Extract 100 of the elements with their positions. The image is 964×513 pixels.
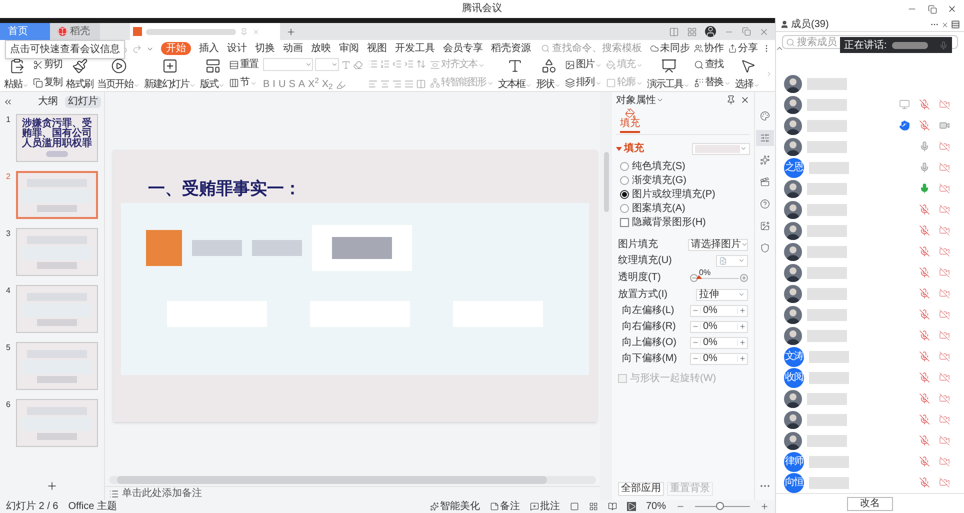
collapse-icon[interactable] xyxy=(3,97,13,107)
toolbar-button[interactable]: 当页开始 xyxy=(96,58,141,90)
add-slide-icon[interactable] xyxy=(46,480,58,492)
redo-icon[interactable] xyxy=(132,44,142,54)
outdent-icon[interactable] xyxy=(392,59,402,69)
align-right-icon[interactable] xyxy=(392,79,402,89)
slide-thumbnail[interactable]: 涉嫌贪污罪、受贿罪、国有公司人员滥用职权罪 xyxy=(16,114,98,162)
format-button[interactable]: A xyxy=(298,80,306,90)
scroll-right-icon[interactable] xyxy=(765,70,773,78)
close-icon[interactable] xyxy=(941,20,949,28)
beautify-button[interactable]: 智能美化 xyxy=(430,500,480,512)
split-view-icon[interactable] xyxy=(669,26,679,36)
format-button[interactable]: X$_{2}$ xyxy=(322,80,333,90)
align-left-icon[interactable] xyxy=(368,79,378,89)
ribbon-tab[interactable]: 放映 xyxy=(311,42,331,55)
format-button[interactable]: X$^{2}$ xyxy=(308,80,319,90)
reading-view-icon[interactable] xyxy=(608,502,617,511)
highlighter-icon[interactable] xyxy=(336,80,346,90)
slide-thumbnail[interactable] xyxy=(16,285,98,333)
columns-icon[interactable] xyxy=(416,79,426,89)
side-tool[interactable] xyxy=(756,130,774,146)
numbered-list-icon[interactable] xyxy=(380,59,390,69)
radio-button[interactable] xyxy=(620,204,629,212)
notes-placeholder[interactable]: 单击此处添加备注 xyxy=(122,486,202,501)
decrease-icon[interactable] xyxy=(690,274,698,282)
toolbar-button[interactable]: 节 xyxy=(229,76,258,90)
notes-button[interactable]: 备注 xyxy=(490,500,520,512)
indent-icon[interactable] xyxy=(404,59,414,69)
member-row[interactable]: 律师 xyxy=(776,451,964,472)
radio-button[interactable] xyxy=(620,176,629,184)
ribbon-action[interactable]: 未同步 xyxy=(650,41,690,56)
toolbar-button[interactable]: 选择 xyxy=(734,58,761,90)
comments-button[interactable]: 批注 xyxy=(530,500,560,512)
toolbar-button[interactable]: 格式刷 xyxy=(65,58,94,90)
placement-dropdown[interactable]: 拉伸 xyxy=(696,288,748,300)
increase-icon[interactable] xyxy=(740,274,748,282)
picture-dropdown[interactable]: 请选择图片 xyxy=(688,238,748,250)
ribbon-tab[interactable]: 开发工具 xyxy=(395,42,435,55)
texture-dropdown[interactable] xyxy=(716,254,748,266)
offset-spinner[interactable]: 0% xyxy=(690,352,748,364)
toolbar-button[interactable]: 查找 xyxy=(694,58,731,72)
horizontal-scrollbar[interactable] xyxy=(109,476,596,484)
font-name-field[interactable] xyxy=(263,58,313,71)
offset-spinner[interactable]: 0% xyxy=(690,320,748,332)
font-size-field[interactable] xyxy=(315,58,339,71)
grid-view-icon[interactable] xyxy=(588,502,598,511)
section-header[interactable]: 填充 xyxy=(616,141,644,156)
member-row[interactable]: 文涛 xyxy=(776,346,964,367)
panel-tab[interactable]: 幻灯片 xyxy=(65,96,101,108)
normal-view-icon[interactable] xyxy=(570,502,579,511)
format-button[interactable]: S xyxy=(288,80,296,90)
checkbox[interactable] xyxy=(620,218,629,226)
play-icon[interactable] xyxy=(626,502,636,511)
line-spacing-icon[interactable] xyxy=(416,59,426,69)
slide-thumbnail[interactable] xyxy=(16,399,98,447)
justify-icon[interactable] xyxy=(404,79,414,89)
restore-icon[interactable] xyxy=(742,27,751,36)
collapse-icon[interactable] xyxy=(775,44,784,53)
toolbar-button[interactable]: 版式 xyxy=(199,58,226,90)
format-button[interactable]: B xyxy=(263,80,270,90)
app-tab[interactable]: 稻壳 xyxy=(50,23,100,40)
rename-button[interactable]: 改名 xyxy=(847,496,893,510)
slide-thumbnail[interactable] xyxy=(16,228,98,276)
toolbar-button[interactable]: 剪切 xyxy=(33,58,62,72)
zoom-level[interactable]: 70% xyxy=(646,500,666,512)
ribbon-tab[interactable]: 插入 xyxy=(199,42,219,55)
panel-tab[interactable]: 大纲 xyxy=(35,96,61,108)
ribbon-tab[interactable]: 审阅 xyxy=(339,42,359,55)
ribbon-tab[interactable]: 切换 xyxy=(255,42,275,55)
slide-thumbnail[interactable] xyxy=(16,342,98,390)
slide-thumbnail[interactable] xyxy=(16,171,98,219)
pin-icon[interactable] xyxy=(726,95,736,105)
vertical-scrollbar[interactable] xyxy=(600,92,612,500)
avatar-icon[interactable] xyxy=(705,26,716,37)
panel-button[interactable]: 全部应用 xyxy=(618,482,664,496)
ribbon-tab[interactable]: 动画 xyxy=(283,42,303,55)
toolbar-button[interactable]: 替换 xyxy=(694,76,731,90)
toolbar-button[interactable]: 演示工具 xyxy=(646,58,691,90)
toolbar-button[interactable]: 排列 xyxy=(565,76,602,90)
grid-icon[interactable] xyxy=(687,26,697,36)
toolbar-button[interactable]: 形状 xyxy=(535,58,562,90)
bullet-list-icon[interactable] xyxy=(368,59,378,69)
ribbon-tab[interactable]: 会员专享 xyxy=(443,42,483,55)
member-row[interactable]: 之恩 xyxy=(776,157,964,178)
menu-icon[interactable] xyxy=(951,20,960,29)
ribbon-action[interactable]: 协作 xyxy=(694,41,724,56)
toolbar-button[interactable]: 粘贴 xyxy=(3,58,30,90)
ribbon-action[interactable]: 分享 xyxy=(728,41,758,56)
fill-color-dropdown[interactable] xyxy=(692,142,750,154)
member-row[interactable]: 向恒 xyxy=(776,472,964,493)
add-tab-icon[interactable] xyxy=(286,26,296,36)
font-size-icon[interactable] xyxy=(341,60,351,70)
eraser-icon[interactable] xyxy=(353,60,363,70)
toolbar-button[interactable]: 文本框 xyxy=(497,58,533,90)
zoom-in-icon[interactable] xyxy=(760,502,769,511)
ribbon-tab[interactable]: 设计 xyxy=(227,42,247,55)
ribbon-tab[interactable]: 稻壳资源 xyxy=(491,42,531,55)
slide-canvas[interactable]: 一、受贿罪事实一： xyxy=(113,150,597,422)
ribbon-tab[interactable]: 视图 xyxy=(367,42,387,55)
offset-spinner[interactable]: 0% xyxy=(690,336,748,348)
